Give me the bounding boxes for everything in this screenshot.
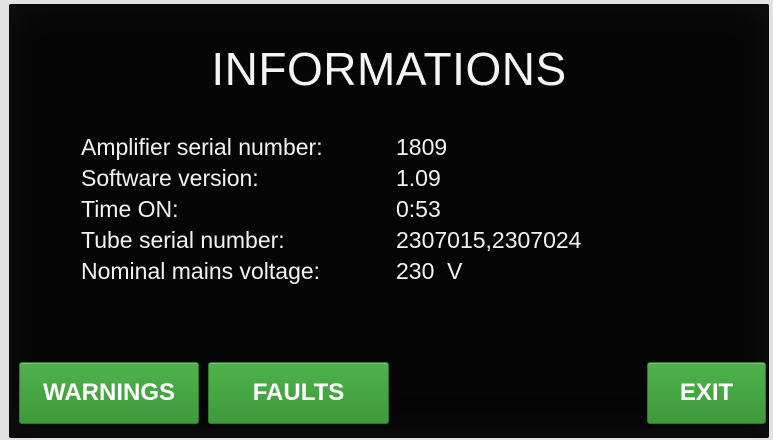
faults-button[interactable]: FAULTS: [208, 362, 389, 424]
warnings-button[interactable]: WARNINGS: [19, 362, 199, 424]
info-value: 0:53: [396, 196, 441, 222]
info-value: 2307015,2307024: [396, 227, 582, 253]
info-label: Time ON:: [81, 196, 179, 222]
device-bezel: INFORMATIONS Amplifier serial number: 18…: [0, 0, 773, 440]
info-label: Amplifier serial number:: [81, 134, 323, 160]
info-value: 1809: [396, 134, 448, 160]
info-row-mains-voltage: Nominal mains voltage: 230 V: [81, 258, 681, 289]
info-label: Tube serial number:: [81, 227, 285, 253]
info-row-time-on: Time ON: 0:53: [81, 196, 681, 227]
page-title: INFORMATIONS: [211, 43, 567, 95]
info-row-amplifier-serial: Amplifier serial number: 1809: [81, 134, 681, 165]
info-row-software-version: Software version: 1.09: [81, 165, 681, 196]
info-row-tube-serial: Tube serial number: 2307015,2307024: [81, 227, 681, 258]
info-table: Amplifier serial number: 1809 Software v…: [81, 134, 681, 289]
info-value: 1.09: [396, 165, 441, 191]
info-label: Nominal mains voltage:: [81, 258, 321, 284]
exit-button[interactable]: EXIT: [647, 362, 766, 424]
info-value: 230 V: [396, 258, 463, 284]
info-label: Software version:: [81, 165, 259, 191]
display-screen: INFORMATIONS Amplifier serial number: 18…: [9, 4, 769, 438]
